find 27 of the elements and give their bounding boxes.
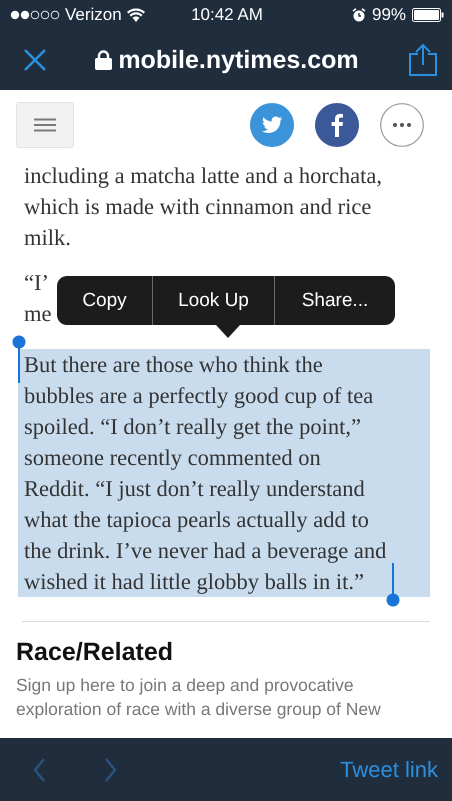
page-url[interactable]: mobile.nytimes.com [118,46,359,74]
menu-button[interactable] [16,102,74,148]
share-icon[interactable] [408,43,438,77]
clock-time: 10:42 AM [191,5,263,25]
section-heading: Race/Related [16,638,174,667]
selection-handle[interactable] [12,335,26,383]
battery-icon [412,8,444,22]
facebook-button[interactable] [315,103,359,147]
tweet-link[interactable]: Tweet link [340,756,438,782]
signal-icon [10,10,60,20]
twitter-button[interactable] [250,103,294,147]
section-description: Sign up here to join a deep and provocative exploration of race with a diverse group of New [16,674,382,721]
close-icon[interactable] [24,49,46,71]
alarm-icon [352,8,366,22]
carrier-name: Verizon [65,5,122,25]
selected-paragraph: But there are those who think the bubbles are a perfectly good cup of tea spoiled. “I don’t really get the point,” someone recently commented on Reddit. “I just don’t really understand what the tapioca pearls actually add to the drink. I’ve never had a beverage and wished it had little globby balls in it.” [18,349,430,597]
lock-icon [95,50,112,70]
wifi-icon [126,8,145,22]
article-paragraph: “I’ me [23,269,52,328]
menu-item[interactable]: Look Up [152,276,274,325]
menu-item[interactable]: Share... [274,276,395,325]
selection-handle[interactable] [386,563,400,607]
menu-icon [34,118,56,132]
article-paragraph: including a matcha latte and a horchata, which is made with cinnamon and rice milk. [23,162,382,252]
menu-item[interactable]: Copy [57,276,152,325]
battery-percent: 99% [372,5,406,25]
more-button[interactable] [380,103,424,147]
